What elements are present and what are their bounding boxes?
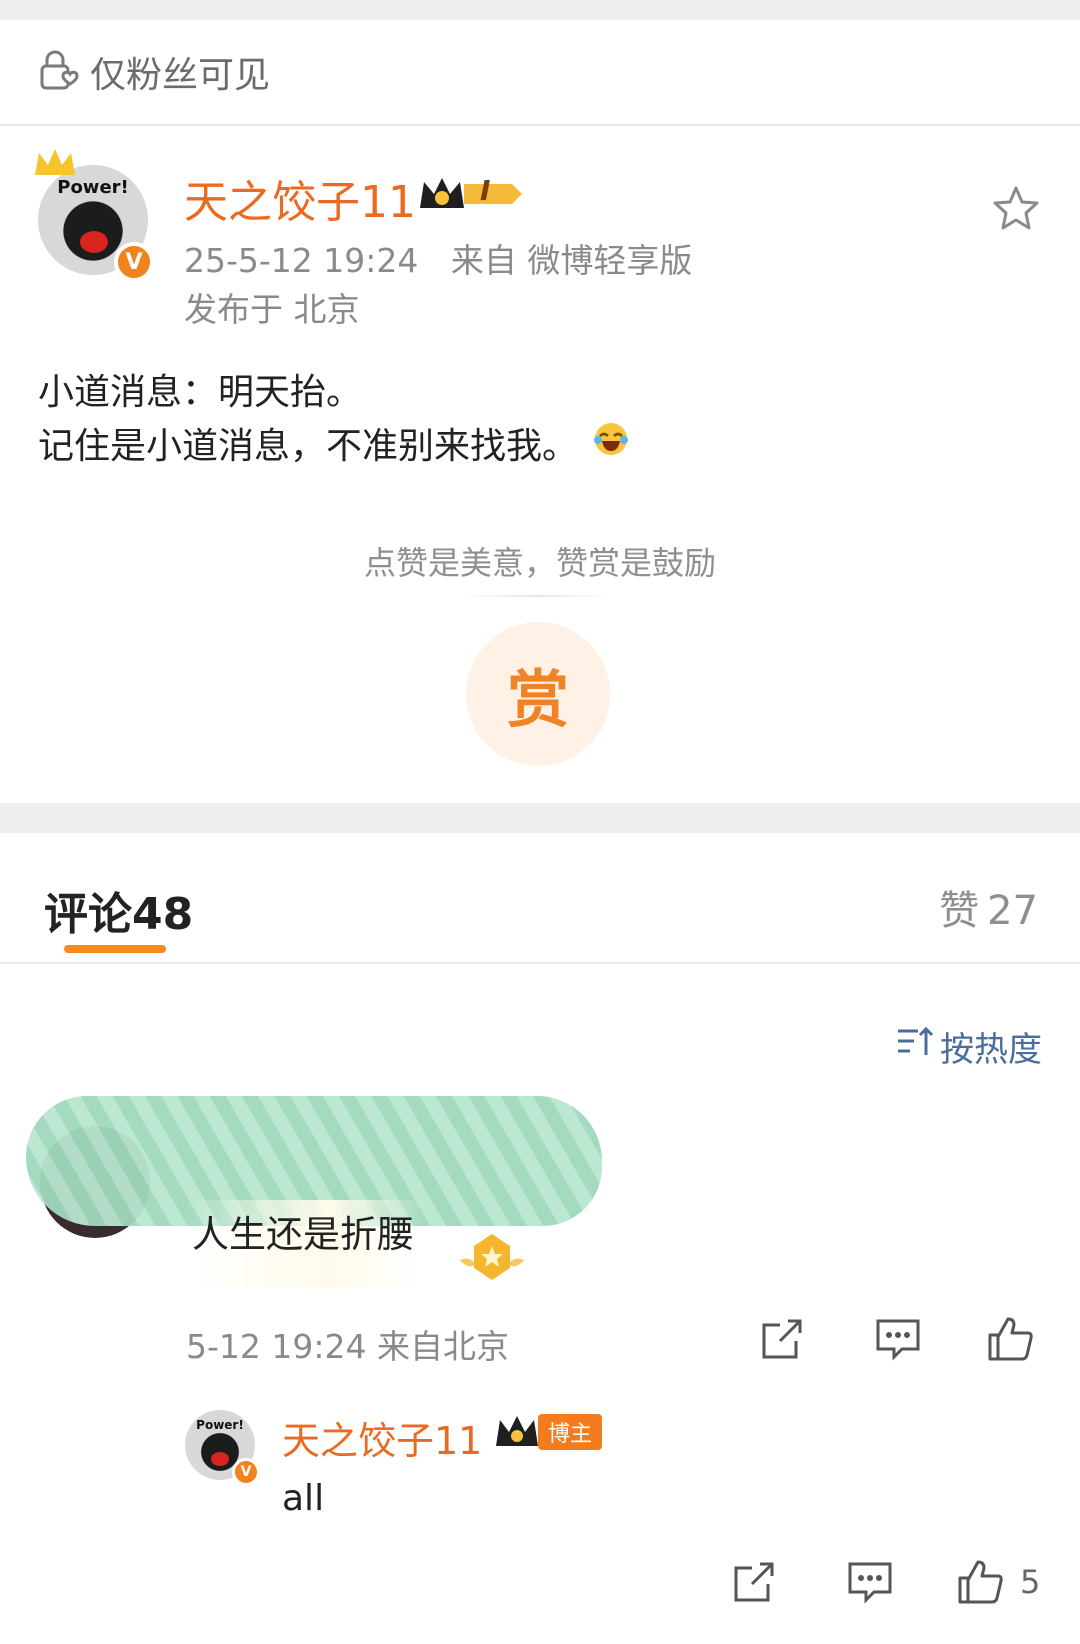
reply-text: all: [282, 1478, 325, 1519]
reply-author-name[interactable]: 天之饺子11: [282, 1410, 482, 1465]
post-line-2: 记住是小道消息，不准别来找我。: [38, 426, 579, 467]
reward-hint-divider: [462, 595, 612, 597]
visibility-label: 仅粉丝可见: [90, 55, 271, 96]
member-level-badge: I: [416, 172, 526, 216]
comment-text: 人生还是折腰: [192, 1213, 414, 1256]
top-divider: [0, 0, 1080, 20]
reply-avatar-beak: [211, 1452, 229, 1466]
sort-toggle[interactable]: 按热度: [896, 1022, 1042, 1071]
lock-heart-icon: [38, 48, 82, 96]
laughing-tears-icon: [592, 420, 630, 474]
blogger-tag: 博主: [538, 1414, 603, 1450]
comment-meta: 5-12 19:24 来自北京: [186, 1327, 509, 1366]
post-datetime: 25-5-12 19:24 来自 微博轻享版: [184, 234, 692, 282]
reward-hint: 点赞是美意，赞赏是鼓励: [363, 544, 716, 582]
avatar-beak: [80, 231, 108, 253]
reply-member-badge: 博主: [492, 1412, 603, 1452]
share-icon[interactable]: [758, 1315, 806, 1363]
reward-button[interactable]: 赏: [466, 622, 610, 766]
section-divider: [0, 803, 1080, 833]
tab-likes-count: 27: [987, 888, 1038, 934]
post-source: 来自 微博轻享版: [450, 241, 693, 280]
level-number: I: [480, 174, 491, 207]
favorite-star-icon[interactable]: [990, 183, 1042, 239]
verified-badge-icon: V: [114, 242, 154, 282]
reply-comment-icon[interactable]: [846, 1558, 894, 1606]
tab-comments[interactable]: 评论48: [44, 878, 193, 942]
post-line-1: 小道消息：明天抬。: [38, 372, 363, 413]
reply-share-icon[interactable]: [730, 1558, 778, 1606]
post-time: 25-5-12 19:24: [184, 241, 419, 280]
tab-likes[interactable]: 赞 27: [939, 878, 1038, 936]
reply-like-icon: [956, 1558, 1004, 1606]
tab-comments-label: 评论: [44, 889, 132, 940]
sort-icon: [896, 1025, 936, 1068]
tab-bottom-border: [0, 962, 1080, 964]
post-author-name[interactable]: 天之饺子11: [184, 166, 416, 230]
fan-medal-icon: [456, 1226, 528, 1292]
reply-avatar-text: Power!: [196, 1418, 244, 1432]
reply-like-count: 5: [1020, 1563, 1041, 1601]
post-line-2-row: 记住是小道消息，不准别来找我。: [38, 420, 630, 474]
post-location: 发布于 北京: [184, 290, 360, 329]
tab-likes-label: 赞: [939, 888, 980, 934]
crown-icon: [30, 143, 80, 187]
comment-icon[interactable]: [874, 1315, 922, 1363]
tab-active-indicator: [64, 945, 166, 953]
tab-comments-count: 48: [132, 889, 194, 940]
comment-bubble: 人生还是折腰: [186, 1200, 424, 1288]
reply-like-button[interactable]: 5: [956, 1558, 1040, 1606]
sort-label: 按热度: [940, 1030, 1042, 1070]
reply-verified-badge-icon: V: [232, 1458, 260, 1486]
visibility-bar: 仅粉丝可见: [0, 20, 1080, 126]
like-icon[interactable]: [986, 1315, 1034, 1363]
